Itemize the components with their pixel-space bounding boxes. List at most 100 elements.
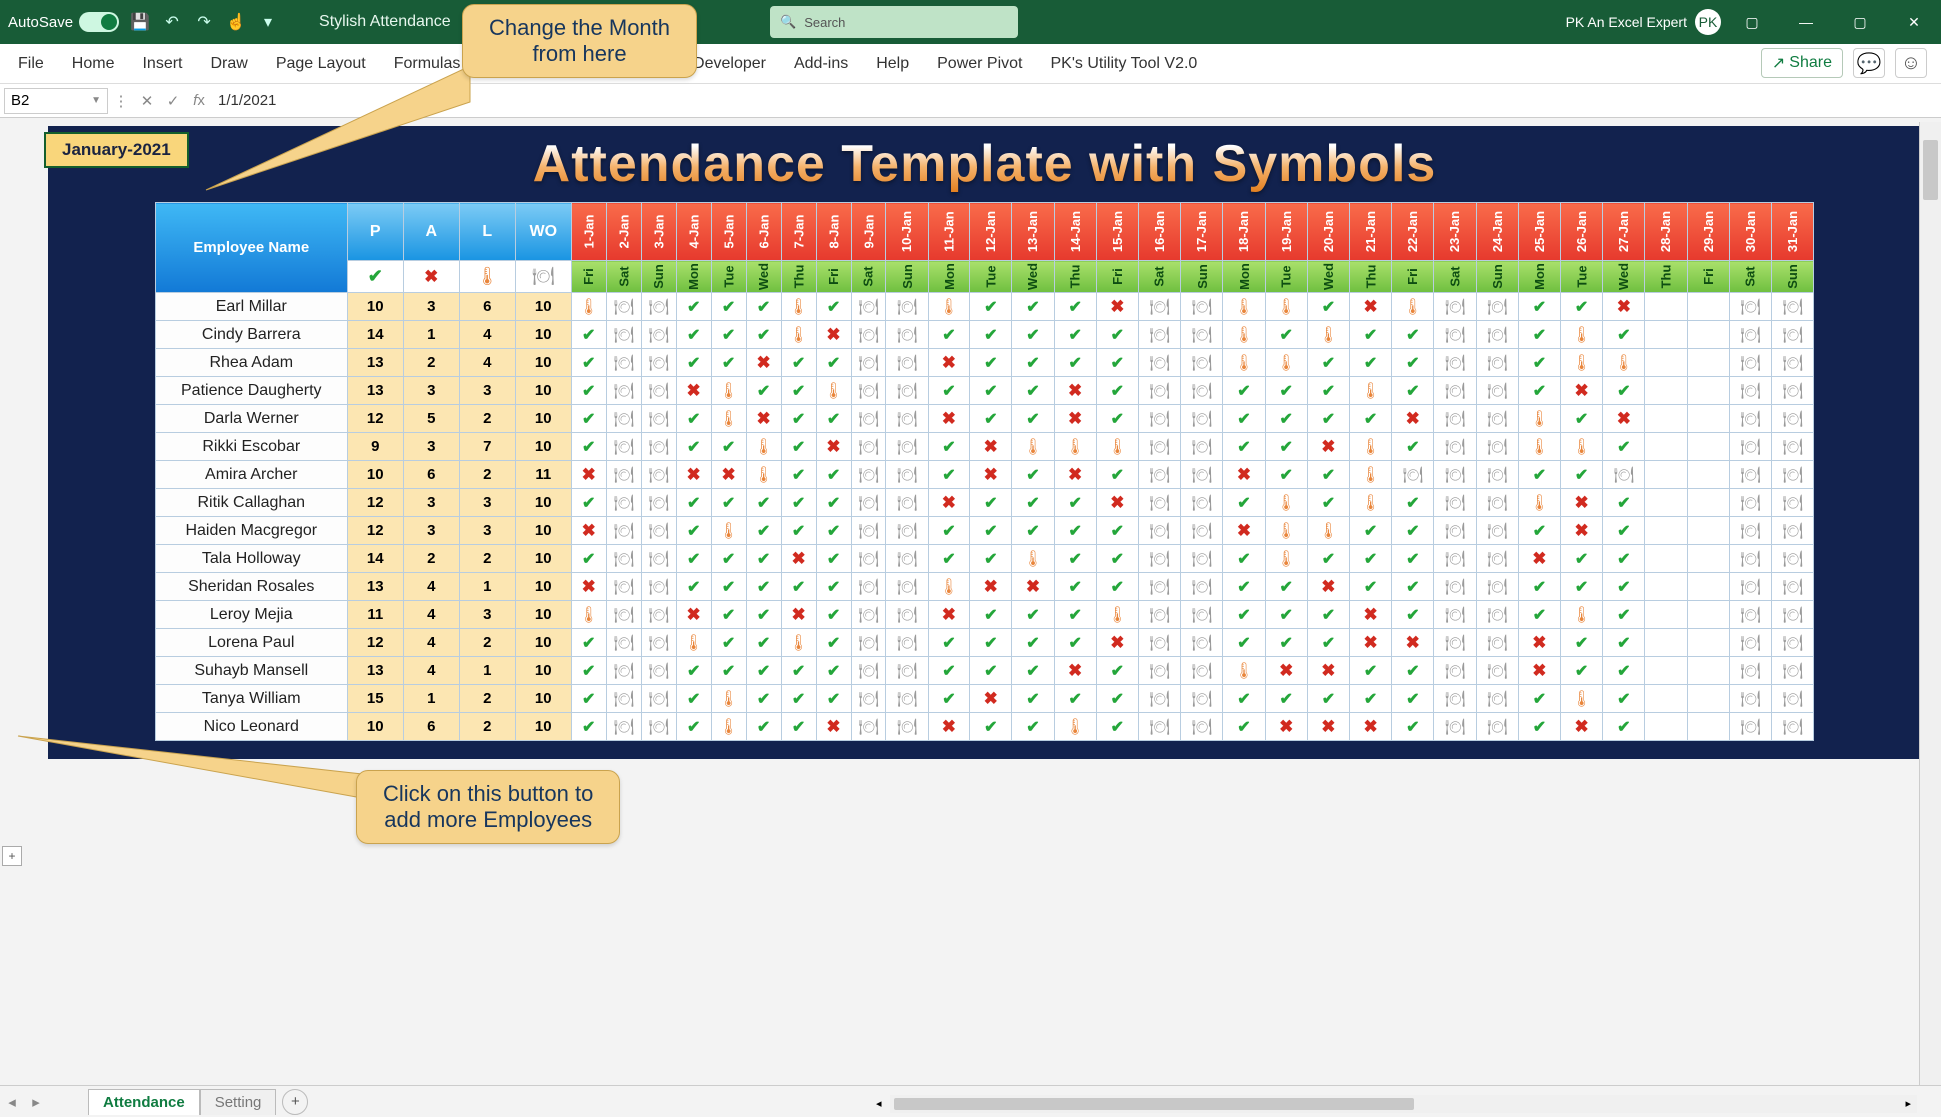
day-cell[interactable]: 🌡 bbox=[1518, 489, 1560, 517]
day-cell[interactable]: 🍽 bbox=[1772, 405, 1814, 433]
day-cell[interactable]: ✔ bbox=[1307, 629, 1349, 657]
day-cell[interactable]: ✖ bbox=[970, 461, 1012, 489]
day-cell[interactable]: 🍽 bbox=[606, 461, 641, 489]
day-cell[interactable]: ✔ bbox=[1223, 601, 1265, 629]
day-cell[interactable]: 🌡 bbox=[1096, 601, 1138, 629]
day-cell[interactable]: ✔ bbox=[928, 433, 969, 461]
day-cell[interactable]: 🍽 bbox=[606, 685, 641, 713]
day-cell[interactable]: 🍽 bbox=[886, 489, 928, 517]
day-cell[interactable]: ✔ bbox=[676, 545, 711, 573]
day-cell[interactable]: 🍽 bbox=[1476, 713, 1518, 741]
day-cell[interactable]: 🍽 bbox=[886, 517, 928, 545]
day-cell[interactable]: 🍽 bbox=[1729, 713, 1771, 741]
day-cell[interactable]: ✔ bbox=[1561, 657, 1603, 685]
day-cell[interactable]: ✔ bbox=[711, 321, 746, 349]
day-cell[interactable]: 🍽 bbox=[606, 713, 641, 741]
day-cell[interactable]: ✔ bbox=[781, 573, 816, 601]
day-cell[interactable]: 🌡 bbox=[746, 433, 781, 461]
day-cell[interactable]: ✔ bbox=[746, 545, 781, 573]
day-cell[interactable]: 🍽 bbox=[886, 573, 928, 601]
day-cell[interactable]: ✔ bbox=[781, 657, 816, 685]
day-cell[interactable]: 🍽 bbox=[1729, 405, 1771, 433]
day-cell[interactable]: 🍽 bbox=[1434, 573, 1476, 601]
day-cell[interactable]: ✔ bbox=[781, 377, 816, 405]
day-cell[interactable]: ✔ bbox=[1518, 349, 1560, 377]
day-cell[interactable]: ✔ bbox=[1518, 377, 1560, 405]
day-cell[interactable]: 🍽 bbox=[1181, 685, 1223, 713]
day-cell[interactable] bbox=[1645, 713, 1687, 741]
day-cell[interactable]: ✔ bbox=[816, 293, 851, 321]
day-cell[interactable]: ✔ bbox=[816, 517, 851, 545]
day-cell[interactable]: ✖ bbox=[1307, 657, 1349, 685]
day-cell[interactable]: ✔ bbox=[676, 349, 711, 377]
day-cell[interactable]: 🌡 bbox=[816, 377, 851, 405]
day-cell[interactable]: ✖ bbox=[1265, 657, 1307, 685]
day-cell[interactable]: ✔ bbox=[1054, 629, 1096, 657]
day-cell[interactable]: ✔ bbox=[746, 489, 781, 517]
smile-icon[interactable]: ☺ bbox=[1895, 48, 1927, 78]
day-cell[interactable]: ✔ bbox=[1054, 545, 1096, 573]
day-cell[interactable]: ✔ bbox=[1096, 573, 1138, 601]
day-cell[interactable]: 🍽 bbox=[1181, 573, 1223, 601]
day-cell[interactable] bbox=[1687, 545, 1729, 573]
day-cell[interactable]: ✔ bbox=[1392, 433, 1434, 461]
day-cell[interactable]: ✔ bbox=[816, 601, 851, 629]
day-cell[interactable]: 🍽 bbox=[1729, 349, 1771, 377]
day-cell[interactable]: 🍽 bbox=[1434, 685, 1476, 713]
day-cell[interactable]: ✖ bbox=[1561, 489, 1603, 517]
day-cell[interactable]: 🍽 bbox=[1476, 629, 1518, 657]
day-cell[interactable]: 🍽 bbox=[1476, 657, 1518, 685]
day-cell[interactable]: ✔ bbox=[1350, 349, 1392, 377]
search-input[interactable]: 🔍 Search bbox=[770, 6, 1018, 38]
day-cell[interactable]: ✔ bbox=[1054, 573, 1096, 601]
day-cell[interactable]: 🍽 bbox=[641, 545, 676, 573]
day-cell[interactable]: 🌡 bbox=[571, 601, 606, 629]
day-cell[interactable]: 🍽 bbox=[886, 713, 928, 741]
day-cell[interactable]: 🍽 bbox=[1392, 461, 1434, 489]
day-cell[interactable]: 🍽 bbox=[1434, 545, 1476, 573]
day-cell[interactable]: 🍽 bbox=[1476, 321, 1518, 349]
day-cell[interactable]: 🍽 bbox=[1181, 377, 1223, 405]
day-cell[interactable]: ✔ bbox=[1265, 601, 1307, 629]
day-cell[interactable]: 🍽 bbox=[1181, 517, 1223, 545]
day-cell[interactable]: ✖ bbox=[1603, 405, 1645, 433]
sheet-nav-prev-icon[interactable]: ▸ bbox=[24, 1093, 48, 1111]
day-cell[interactable]: ✔ bbox=[1307, 461, 1349, 489]
day-cell[interactable] bbox=[1687, 321, 1729, 349]
day-cell[interactable]: ✖ bbox=[1350, 629, 1392, 657]
day-cell[interactable]: ✔ bbox=[1392, 517, 1434, 545]
day-cell[interactable]: ✖ bbox=[1518, 629, 1560, 657]
sheet-nav-first-icon[interactable]: ◂ bbox=[0, 1093, 24, 1111]
day-cell[interactable]: ✔ bbox=[571, 657, 606, 685]
day-cell[interactable]: ✔ bbox=[1561, 461, 1603, 489]
day-cell[interactable]: ✔ bbox=[571, 405, 606, 433]
day-cell[interactable]: ✔ bbox=[1223, 573, 1265, 601]
day-cell[interactable]: ✔ bbox=[1096, 545, 1138, 573]
day-cell[interactable]: ✖ bbox=[1054, 377, 1096, 405]
add-sheet-button[interactable]: + bbox=[282, 1089, 308, 1115]
ribbon-display-icon[interactable]: ▢ bbox=[1725, 0, 1779, 44]
day-cell[interactable]: 🌡 bbox=[1350, 461, 1392, 489]
day-cell[interactable]: 🍽 bbox=[641, 293, 676, 321]
day-cell[interactable]: ✔ bbox=[781, 489, 816, 517]
day-cell[interactable]: 🌡 bbox=[1561, 321, 1603, 349]
day-cell[interactable]: ✔ bbox=[816, 573, 851, 601]
day-cell[interactable]: ✖ bbox=[1096, 489, 1138, 517]
day-cell[interactable]: 🌡 bbox=[1265, 293, 1307, 321]
day-cell[interactable]: 🌡 bbox=[1561, 685, 1603, 713]
day-cell[interactable]: ✖ bbox=[1054, 461, 1096, 489]
day-cell[interactable]: 🍽 bbox=[606, 573, 641, 601]
day-cell[interactable]: ✔ bbox=[711, 657, 746, 685]
day-cell[interactable]: 🍽 bbox=[1434, 293, 1476, 321]
day-cell[interactable]: 🌡 bbox=[1054, 433, 1096, 461]
day-cell[interactable]: ✔ bbox=[970, 489, 1012, 517]
day-cell[interactable]: 🍽 bbox=[1772, 433, 1814, 461]
day-cell[interactable]: 🍽 bbox=[1476, 685, 1518, 713]
day-cell[interactable]: ✔ bbox=[1561, 405, 1603, 433]
day-cell[interactable] bbox=[1645, 293, 1687, 321]
day-cell[interactable]: 🍽 bbox=[1772, 685, 1814, 713]
day-cell[interactable]: ✔ bbox=[1012, 321, 1054, 349]
day-cell[interactable]: ✔ bbox=[1350, 405, 1392, 433]
day-cell[interactable]: ✔ bbox=[816, 685, 851, 713]
day-cell[interactable] bbox=[1645, 601, 1687, 629]
